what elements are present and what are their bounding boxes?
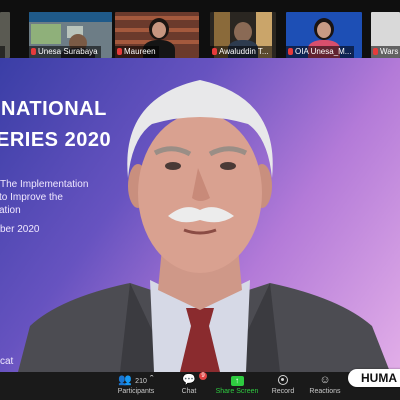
participant-tile[interactable] — [0, 12, 10, 58]
record-button[interactable]: Record — [266, 374, 300, 395]
speaker-video: NATIONAL ERIES 2020 The Implementation t… — [0, 58, 400, 372]
share-screen-icon: ↑ — [214, 374, 260, 387]
reactions-label: Reactions — [309, 388, 341, 395]
record-label: Record — [271, 388, 295, 395]
mic-muted-icon — [288, 48, 293, 55]
participants-label: Participants — [117, 388, 155, 395]
chat-button[interactable]: 💬 9 Chat — [172, 372, 207, 395]
participant-name — [0, 46, 5, 58]
mic-muted-icon — [117, 48, 122, 55]
mic-muted-icon — [373, 48, 378, 55]
participant-name: Awaluddin T... — [210, 46, 272, 58]
share-screen-label: Share Screen — [215, 388, 259, 395]
participants-count: 210 — [135, 378, 147, 385]
mic-muted-icon — [212, 48, 217, 55]
watermark-logo: HUMA — [348, 369, 400, 387]
meeting-toolbar: 👥 210 ˆ Participants 💬 9 Chat ↑ Share Sc… — [0, 372, 400, 400]
chat-label: Chat — [181, 388, 197, 395]
share-screen-button[interactable]: ↑ Share Screen — [214, 374, 260, 395]
chat-icon: 💬 9 — [172, 372, 207, 387]
speaker-figure — [18, 80, 390, 372]
participant-tile[interactable]: OIA Unesa_M... — [286, 12, 362, 58]
participant-strip: Unesa Surabaya Maureen Awaluddin T... OI… — [0, 0, 400, 58]
participants-button[interactable]: 👥 210 ˆ Participants — [116, 374, 156, 395]
participant-tile[interactable]: Maureen — [115, 12, 199, 58]
participant-tile[interactable]: Awaluddin T... — [210, 12, 276, 58]
participants-icon: 👥 210 ˆ — [118, 374, 154, 386]
reactions-button[interactable]: ☺ Reactions — [306, 374, 344, 395]
participant-tile[interactable]: Unesa Surabaya — [29, 12, 112, 58]
mic-muted-icon — [31, 48, 36, 55]
participant-tile[interactable]: Wars — [371, 12, 400, 58]
participant-name: Maureen — [115, 46, 159, 58]
participant-name: Unesa Surabaya — [29, 46, 101, 58]
reactions-icon: ☺ — [319, 374, 331, 386]
participant-name: OIA Unesa_M... — [286, 46, 355, 58]
participant-name: Wars — [371, 46, 400, 58]
record-icon — [266, 374, 300, 387]
chat-badge: 9 — [199, 372, 207, 380]
